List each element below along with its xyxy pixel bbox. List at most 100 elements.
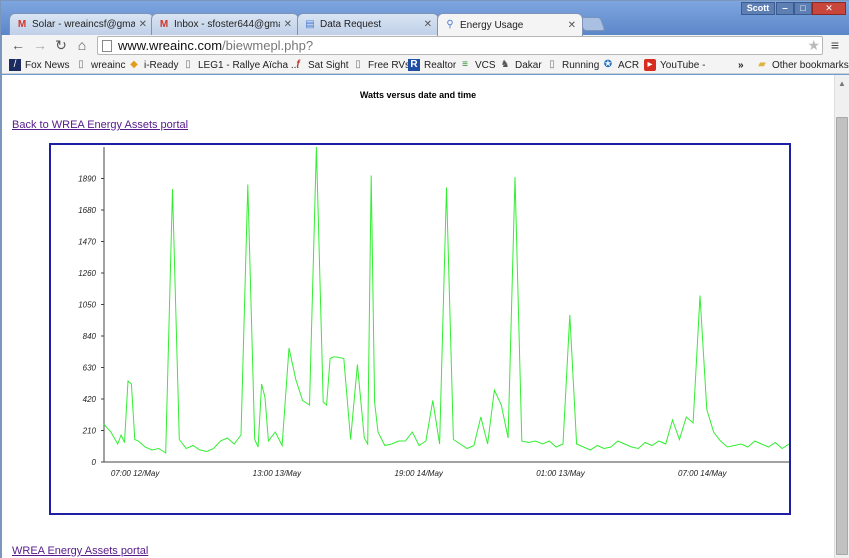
bookmark-realtor[interactable]: R Realtor: [408, 58, 456, 72]
bookmark-youtube[interactable]: ▸ YouTube -: [644, 58, 705, 72]
scrollbar-thumb[interactable]: [836, 117, 848, 555]
y-tick-label: 1890: [78, 175, 96, 184]
iready-icon: ◆: [130, 59, 138, 70]
user-profile-button[interactable]: Scott: [741, 2, 775, 15]
bookmark-running[interactable]: ▯ Running: [546, 58, 599, 72]
y-tick-label: 0: [92, 458, 97, 467]
x-tick-label: 07:00 12/May: [111, 469, 160, 478]
bookmark-acr[interactable]: ✪ ACR: [602, 58, 639, 72]
browser-window: M Solar - wreaincsf@gmail.c ✕ M Inbox - …: [0, 0, 849, 558]
y-tick-label: 1680: [78, 206, 96, 215]
bookmark-i-ready[interactable]: ◆ i-Ready: [128, 58, 178, 72]
bookmarks-overflow-button[interactable]: »: [738, 58, 744, 72]
y-tick-label: 1260: [78, 269, 96, 278]
back-arrow-icon[interactable]: ←: [10, 37, 26, 53]
reload-icon[interactable]: ↻: [53, 37, 69, 53]
tab-title: Data Request: [320, 19, 382, 30]
bookmark-label: wreainc: [91, 59, 126, 71]
dakar-icon: ♞: [500, 59, 510, 70]
menu-icon[interactable]: ≡: [828, 37, 842, 53]
close-icon[interactable]: ✕: [139, 19, 147, 30]
bookmark-label: Other bookmarks: [772, 59, 849, 71]
vertical-scrollbar[interactable]: ▲: [834, 75, 849, 558]
bookmark-wreainc[interactable]: ▯ wreainc: [75, 58, 125, 72]
close-icon[interactable]: ✕: [424, 19, 432, 30]
x-tick-label: 13:00 13/May: [253, 469, 302, 478]
tab-energy-usage[interactable]: ⚲ Energy Usage ✕: [437, 13, 583, 36]
y-tick-label: 420: [83, 395, 97, 404]
maximize-button[interactable]: □: [794, 2, 812, 15]
tab-data-request[interactable]: ▤ Data Request ✕: [297, 13, 439, 35]
page-icon: ▯: [185, 59, 191, 70]
foxnews-icon: /: [9, 59, 21, 71]
bookmark-free-rvs[interactable]: ▯ Free RVs: [352, 58, 410, 72]
page-icon: ▤: [305, 18, 315, 30]
y-tick-label: 840: [83, 332, 97, 341]
page-viewport: Watts versus date and time Back to WREA …: [2, 75, 834, 558]
x-tick-label: 19:00 14/May: [394, 469, 443, 478]
close-icon[interactable]: ✕: [568, 20, 576, 31]
f-icon: f: [296, 59, 300, 70]
realtor-icon: R: [408, 59, 420, 71]
bookmark-label: Running: [562, 59, 600, 71]
back-to-portal-link[interactable]: Back to WREA Energy Assets portal: [12, 119, 188, 131]
bookmark-sat-sight[interactable]: f Sat Sight: [292, 58, 349, 72]
forward-arrow-icon[interactable]: →: [32, 37, 48, 53]
y-tick-label: 1470: [78, 238, 96, 247]
tab-title: Solar - wreaincsf@gmail.c: [32, 19, 135, 30]
bookmark-label: ACR: [618, 59, 640, 71]
y-tick-label: 210: [82, 427, 97, 436]
toolbar: ← → ↻ ⌂ www.wreainc.com/biewmepl.php? ★ …: [2, 35, 849, 56]
bookmark-label: Sat Sight: [308, 59, 349, 71]
page-title: Watts versus date and time: [359, 90, 477, 100]
bookmark-fox-news[interactable]: / Fox News: [9, 58, 69, 72]
url-text: www.wreainc.com/biewmepl.php?: [118, 37, 313, 54]
close-window-button[interactable]: ✕: [812, 2, 846, 15]
gmail-icon: M: [159, 18, 169, 30]
minimize-button[interactable]: ‒: [776, 2, 794, 15]
page-icon: [102, 40, 112, 52]
star-icon[interactable]: ★: [807, 37, 820, 54]
title-bar: M Solar - wreaincsf@gmail.c ✕ M Inbox - …: [1, 1, 849, 36]
bookmark-label: i-Ready: [144, 59, 179, 71]
tab-title: Inbox - sfoster644@gmail.: [174, 19, 280, 30]
youtube-icon: ▸: [644, 59, 656, 71]
bookmark-dakar[interactable]: ♞ Dakar: [499, 58, 542, 72]
chart-svg: 0 210 420 630 840 1050 1260 1470 1680 1890 07:00 1…: [78, 146, 789, 478]
bookmark-label: Dakar: [515, 59, 542, 71]
bookmark-label: Realtor: [424, 59, 457, 71]
tab-inbox[interactable]: M Inbox - sfoster644@gmail. ✕: [151, 13, 299, 35]
y-tick-label: 1050: [78, 301, 96, 310]
scroll-up-icon[interactable]: ▲: [838, 79, 846, 88]
x-tick-label: 01:00 13/May: [536, 469, 585, 478]
bookmarks-bar: / Fox News ▯ wreainc ◆ i-Ready ▯ LEG1 - Rall…: [2, 56, 849, 74]
page-icon: ▯: [78, 59, 84, 70]
address-bar[interactable]: www.wreainc.com/biewmepl.php? ★: [97, 36, 823, 55]
page-icon: ▯: [355, 59, 361, 70]
close-icon[interactable]: ✕: [284, 19, 292, 30]
page-icon: ▯: [549, 59, 555, 70]
bookmark-leg1[interactable]: ▯ LEG1 - Rallye Aïcha ...: [182, 58, 299, 72]
folder-icon: ▰: [758, 59, 766, 70]
bookmark-label: VCS: [475, 59, 496, 71]
x-tick-label: 07:00 14/May: [678, 469, 727, 478]
vcs-icon: ≡: [462, 59, 468, 70]
bookmark-vcs[interactable]: ≡ VCS: [459, 58, 496, 72]
home-icon[interactable]: ⌂: [74, 37, 90, 53]
tab-title: Energy Usage: [460, 19, 524, 31]
bookmark-label: LEG1 - Rallye Aïcha ...: [198, 59, 300, 71]
bookmark-label: YouTube -: [660, 59, 706, 71]
other-bookmarks-folder[interactable]: ▰ Other bookmarks: [756, 58, 849, 72]
gmail-icon: M: [17, 18, 27, 30]
url-host: www.wreainc.com: [118, 38, 223, 53]
acr-icon: ✪: [603, 59, 613, 70]
watts-series-line: [103, 146, 789, 454]
bookmark-label: Free RVs: [368, 59, 411, 71]
page-icon: ⚲: [446, 19, 454, 30]
portal-link[interactable]: WREA Energy Assets portal: [12, 545, 148, 557]
y-tick-label: 630: [83, 364, 97, 373]
energy-chart: 0 210 420 630 840 1050 1260 1470 1680 1890 07:00 1…: [49, 143, 791, 515]
bookmark-label: Fox News: [25, 59, 70, 71]
tab-solar[interactable]: M Solar - wreaincsf@gmail.c ✕: [9, 13, 154, 35]
url-path: /biewmepl.php?: [222, 38, 314, 53]
